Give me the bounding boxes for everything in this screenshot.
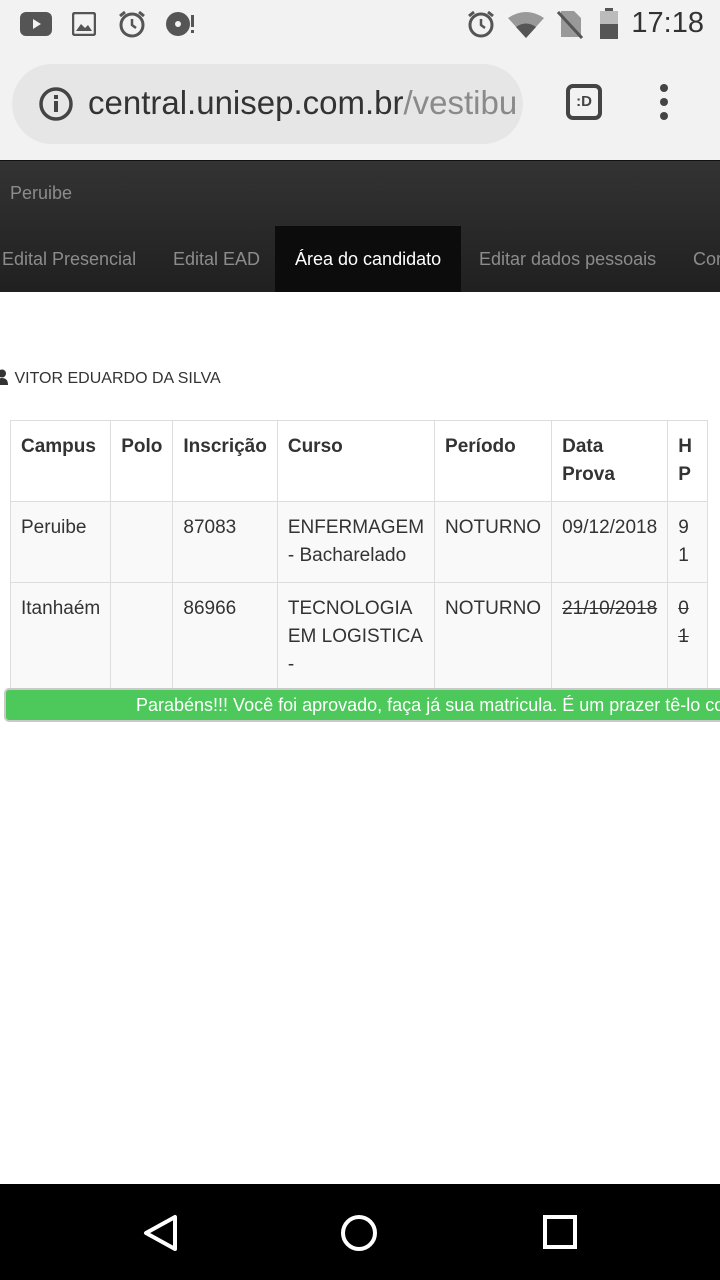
registrations-table: Campus Polo Inscrição Curso Período Data…: [10, 420, 709, 692]
header-polo: Polo: [110, 420, 174, 502]
cell-periodo: NOTURNO: [434, 582, 553, 692]
cell-periodo: NOTURNO: [434, 501, 553, 583]
url-path: /vestibu: [403, 84, 518, 121]
battery-icon: [600, 8, 618, 39]
cell-polo: [110, 582, 174, 692]
approval-banner: Parabéns!!! Você foi aprovado, faça já s…: [4, 688, 720, 722]
cell-inscricao: 86966: [172, 582, 278, 692]
candidate-name: VITOR EDUARDO DA SILVA: [14, 370, 221, 387]
cell-campus: Itanhaém: [10, 582, 112, 692]
address-bar[interactable]: central.unisep.com.br/vestibu: [12, 64, 523, 144]
table-row: Peruibe 87083 ENFERMAGEM - Bacharelado NO…: [10, 501, 709, 583]
alarm-icon: [468, 10, 494, 38]
youtube-icon: [20, 12, 52, 36]
header-periodo: Período: [434, 420, 553, 502]
table-header-row: Campus Polo Inscrição Curso Período Data…: [10, 420, 709, 502]
url-text[interactable]: central.unisep.com.br/vestibu: [88, 84, 517, 122]
home-icon[interactable]: [340, 1214, 378, 1252]
overflow-menu-icon[interactable]: [652, 84, 676, 124]
header-horario: HP: [667, 420, 709, 502]
header-campus: Campus: [10, 420, 112, 502]
header-curso: Curso: [276, 420, 436, 502]
android-navigation-bar: [0, 1184, 720, 1280]
cell-data-prova: 21/10/2018: [551, 582, 669, 692]
recents-icon[interactable]: [542, 1214, 578, 1250]
header-inscricao: Inscrição: [172, 420, 278, 502]
cell-campus: Peruibe: [10, 501, 112, 583]
cell-horario: 01: [667, 582, 709, 692]
image-icon: [72, 12, 96, 36]
cell-data-prova: 09/12/2018: [551, 501, 669, 583]
browser-toolbar: central.unisep.com.br/vestibu :D: [0, 50, 720, 160]
registrations-table-container: Campus Polo Inscrição Curso Período Data…: [10, 420, 720, 692]
disc-alert-icon: [166, 12, 194, 36]
tab-edital-presencial[interactable]: Edital Presencial: [2, 226, 136, 292]
header-data-prova: Data Prova: [551, 420, 669, 502]
tab-contato[interactable]: Cor: [693, 226, 720, 292]
candidate-name-line: VITOR EDUARDO DA SILVA: [0, 369, 221, 388]
no-sim-icon: [557, 10, 583, 39]
status-bar: 17:18: [0, 0, 720, 50]
user-icon: [0, 369, 8, 385]
clock: 17:18: [631, 7, 704, 39]
tab-switcher-button[interactable]: :D: [566, 84, 602, 120]
site-brand[interactable]: Peruibe: [10, 183, 72, 204]
cell-horario: 91: [667, 501, 709, 583]
approval-message: Parabéns!!! Você foi aprovado, faça já s…: [136, 695, 720, 715]
site-navbar: Peruibe Edital Presencial Edital EAD Áre…: [0, 160, 720, 292]
cell-curso: TECNOLOGIA EM LOGISTICA -: [276, 582, 436, 692]
cell-polo: [110, 501, 174, 583]
wifi-icon: [508, 12, 544, 38]
cell-inscricao: 87083: [172, 501, 278, 583]
cell-curso: ENFERMAGEM - Bacharelado: [276, 501, 436, 583]
tab-edital-ead[interactable]: Edital EAD: [173, 226, 260, 292]
info-icon[interactable]: [38, 86, 74, 122]
back-icon[interactable]: [142, 1214, 180, 1252]
tab-editar-dados-pessoais[interactable]: Editar dados pessoais: [479, 226, 656, 292]
url-domain: central.unisep.com.br: [88, 84, 404, 121]
table-row: Itanhaém 86966 TECNOLOGIA EM LOGISTICA - N…: [10, 582, 709, 692]
alarm-icon: [119, 10, 145, 38]
tab-area-do-candidato[interactable]: Área do candidato: [275, 226, 462, 292]
